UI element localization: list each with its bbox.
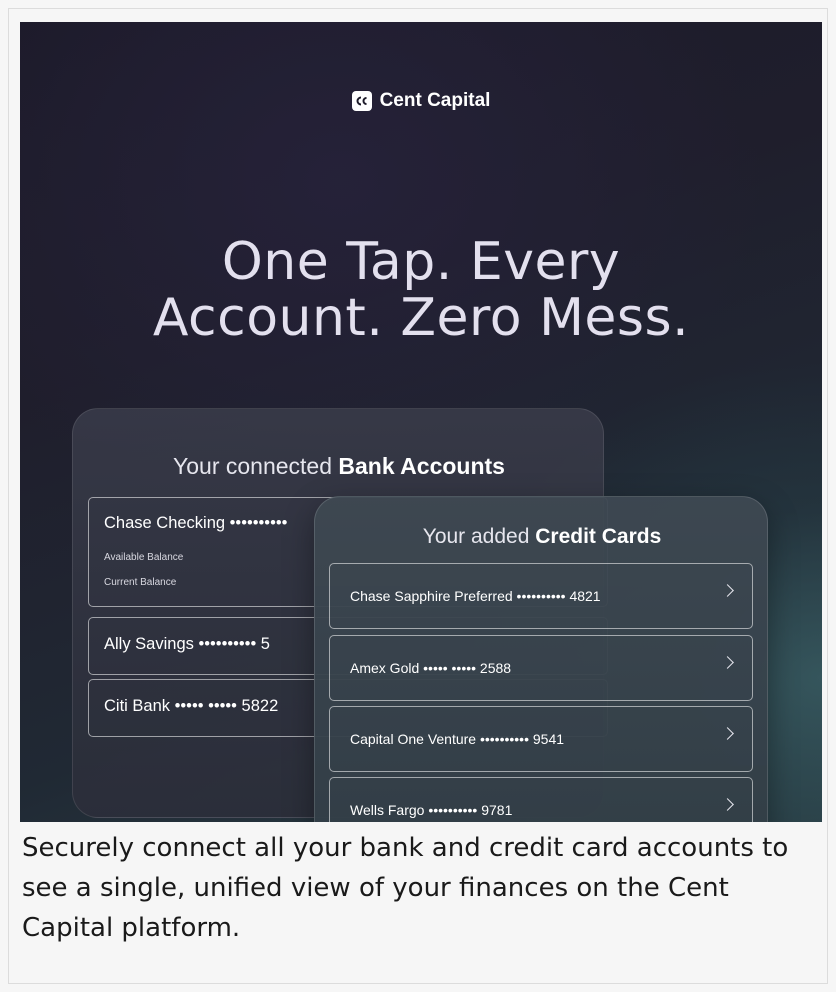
headline-line-1: One Tap. Every [221, 232, 621, 292]
credit-card-item-capital-one-venture[interactable]: Capital One Venture •••••••••• 9541 [329, 706, 753, 772]
hero-banner: Cent Capital One Tap. Every Account. Zer… [20, 22, 822, 822]
credit-card-label: Amex Gold ••••• ••••• 2588 [350, 660, 512, 676]
brand: Cent Capital [20, 90, 822, 112]
brand-name: Cent Capital [379, 90, 491, 111]
headline-line-2: Account. Zero Mess. [152, 288, 690, 348]
credit-card-item-chase-sapphire[interactable]: Chase Sapphire Preferred •••••••••• 4821 [329, 563, 753, 629]
credit-card-label: Capital One Venture •••••••••• 9541 [350, 731, 565, 747]
image-caption: Securely connect all your bank and credi… [22, 833, 789, 943]
current-balance-label: Current Balance [104, 577, 177, 588]
chevron-right-icon [721, 584, 734, 597]
credit-card-item-amex-gold[interactable]: Amex Gold ••••• ••••• 2588 [329, 635, 753, 701]
bank-account-label: Ally Savings •••••••••• 5 [104, 635, 270, 653]
chevron-right-icon [721, 656, 734, 669]
bank-account-label: Citi Bank ••••• ••••• 5822 [104, 697, 279, 715]
credit-card-item-wells-fargo[interactable]: Wells Fargo •••••••••• 9781 [329, 777, 753, 822]
chevron-right-icon [721, 727, 734, 740]
credit-card-label: Wells Fargo •••••••••• 9781 [350, 802, 513, 818]
credit-cards-title: Your added Credit Cards [422, 525, 662, 548]
bank-accounts-title: Your connected Bank Accounts [173, 453, 505, 479]
cent-capital-logo-icon [351, 91, 372, 111]
bank-account-label: Chase Checking •••••••••• [104, 514, 288, 532]
hero-headline: One Tap. Every Account. Zero Mess. [20, 234, 822, 346]
available-balance-label: Available Balance [104, 552, 184, 563]
credit-card-label: Chase Sapphire Preferred •••••••••• 4821 [350, 588, 601, 604]
chevron-right-icon [721, 798, 734, 811]
credit-cards-card: Your added Credit Cards Chase Sapphire P… [314, 496, 768, 822]
